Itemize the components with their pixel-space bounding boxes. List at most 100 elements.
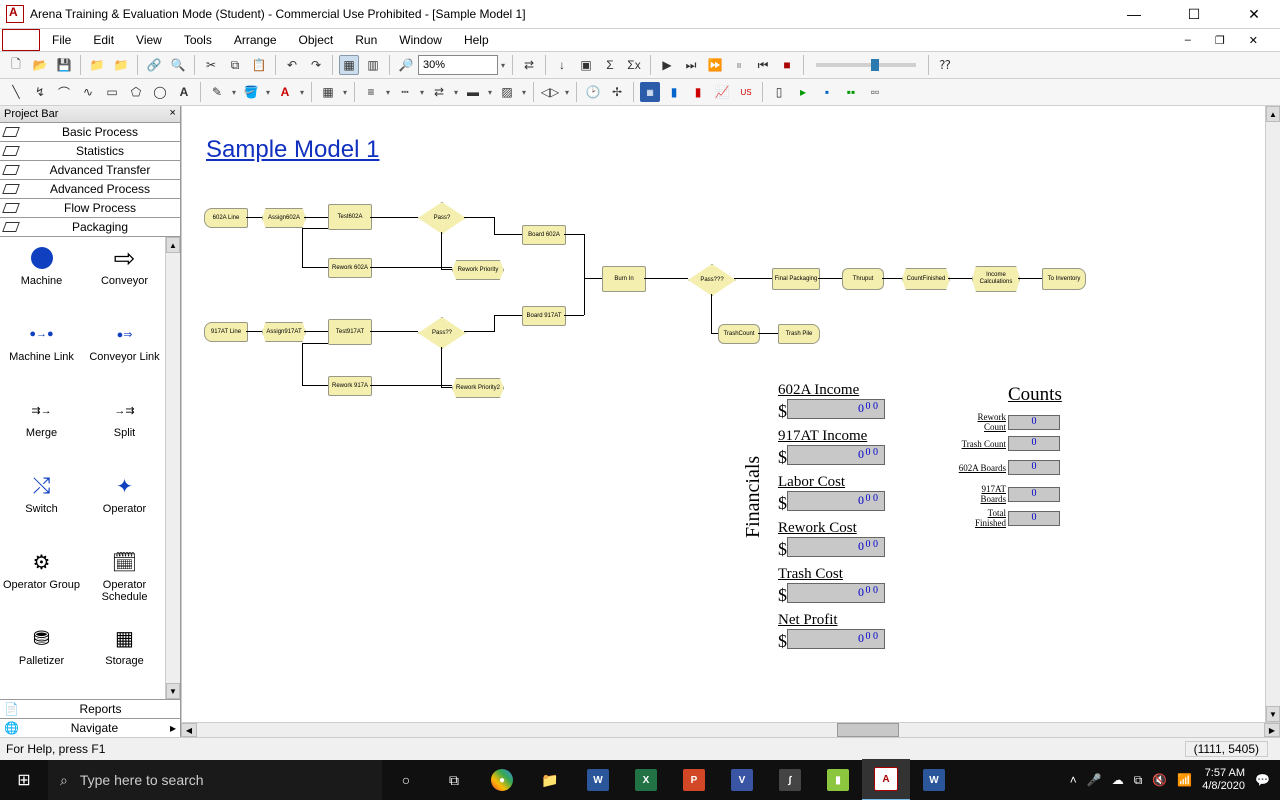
connect-icon[interactable]: ⇄ <box>519 55 539 75</box>
chrome-icon[interactable]: ● <box>478 760 526 800</box>
help-pointer-icon[interactable]: ⁇ <box>935 55 955 75</box>
shape-thruput[interactable]: Thruput <box>842 268 884 290</box>
pal-machine[interactable]: Machine <box>0 241 83 317</box>
menu-run[interactable]: Run <box>345 31 387 49</box>
find-icon[interactable]: 🔎 <box>396 55 416 75</box>
dd-icon[interactable]: ▾ <box>229 88 239 97</box>
cat-basic[interactable]: Basic Process <box>0 123 180 142</box>
maximize-button[interactable]: ☐ <box>1174 6 1214 23</box>
tray-onedrive-icon[interactable]: ☁ <box>1112 773 1124 787</box>
box-icon[interactable]: ▭ <box>102 82 122 102</box>
link-icon[interactable]: 🔗 <box>144 55 164 75</box>
arrow-down-icon[interactable]: ↓ <box>552 55 572 75</box>
shape-trashcount[interactable]: TrashCount <box>718 324 760 344</box>
bezier-icon[interactable]: ∿ <box>78 82 98 102</box>
fast-icon[interactable]: ⏩ <box>705 55 725 75</box>
usa-icon[interactable]: US <box>736 82 756 102</box>
hflip-icon[interactable]: ◁▷ <box>540 82 560 102</box>
start-button[interactable]: ⊞ <box>0 760 48 800</box>
dd-icon[interactable]: ▾ <box>340 88 350 97</box>
shape-rework917a[interactable]: Rework 917A <box>328 376 372 396</box>
entity-icon[interactable]: ▯ <box>769 82 789 102</box>
search-box[interactable]: ⌕Type here to search <box>48 760 382 800</box>
queue-icon[interactable]: ▪ <box>817 82 837 102</box>
dd-icon[interactable]: ▾ <box>297 88 307 97</box>
excel-icon[interactable]: X <box>622 760 670 800</box>
shape-board602a[interactable]: Board 602A <box>522 225 566 245</box>
step-icon[interactable]: ⏭ <box>681 55 701 75</box>
arc-icon[interactable]: ⌒ <box>54 82 74 102</box>
mdi-min-button[interactable]: – <box>1175 32 1201 49</box>
cat-advprocess[interactable]: Advanced Process <box>0 180 180 199</box>
menu-object[interactable]: Object <box>289 31 344 49</box>
mdi-close-button[interactable]: ✕ <box>1239 32 1268 49</box>
scroll-down-icon[interactable]: ▼ <box>1266 706 1280 722</box>
var-icon[interactable]: ▦ <box>640 82 660 102</box>
resource-icon[interactable]: ▸ <box>793 82 813 102</box>
tray-up-icon[interactable]: ˄ <box>1070 773 1077 787</box>
dd-icon[interactable]: ▾ <box>263 88 273 97</box>
close-button[interactable]: ✕ <box>1234 6 1274 23</box>
scroll-up-icon[interactable]: ▲ <box>166 237 180 253</box>
pal-switch[interactable]: ⤭Switch <box>0 469 83 545</box>
foot-navigate[interactable]: 🌐Navigate▸ <box>0 718 180 737</box>
cat-packaging[interactable]: Packaging <box>0 218 180 237</box>
shape-assign917at[interactable]: Assign917AT <box>262 322 306 342</box>
powerpoint-icon[interactable]: P <box>670 760 718 800</box>
tray-dropbox-icon[interactable]: ⧉ <box>1134 773 1143 788</box>
cortana-icon[interactable]: ○ <box>382 760 430 800</box>
shape-602a-line[interactable]: 602A Line <box>204 208 248 228</box>
pause-icon[interactable]: ⏸ <box>729 55 749 75</box>
linecolor-icon[interactable]: ✎ <box>207 82 227 102</box>
polygon-icon[interactable]: ⬠ <box>126 82 146 102</box>
word2-icon[interactable]: W <box>910 760 958 800</box>
pal-conveyor[interactable]: ⇨Conveyor <box>83 241 166 317</box>
menu-view[interactable]: View <box>126 31 172 49</box>
pal-conveyorlink[interactable]: ●⇒Conveyor Link <box>83 317 166 393</box>
paste-icon[interactable]: 📋 <box>249 55 269 75</box>
scroll-left-icon[interactable]: ◀ <box>181 723 197 737</box>
level-icon[interactable]: ▮ <box>664 82 684 102</box>
redo-icon[interactable]: ↷ <box>306 55 326 75</box>
save-icon[interactable]: 💾 <box>54 55 74 75</box>
pal-opgroup[interactable]: ⚙Operator Group <box>0 545 83 621</box>
shape-trashpile[interactable]: Trash Pile <box>778 324 820 344</box>
dd-icon[interactable]: ▾ <box>451 88 461 97</box>
bgcolor-icon[interactable]: ▦ <box>318 82 338 102</box>
foot-reports[interactable]: 📄Reports <box>0 699 180 718</box>
cat-advtransfer[interactable]: Advanced Transfer <box>0 161 180 180</box>
shape-917at-line[interactable]: 917AT Line <box>204 322 248 342</box>
layout-icon[interactable]: ▦ <box>339 55 359 75</box>
speed-slider[interactable] <box>816 63 916 67</box>
minitab-icon[interactable]: ▮ <box>814 760 862 800</box>
zoom-combo[interactable] <box>418 55 498 75</box>
open-icon[interactable]: 📂 <box>30 55 50 75</box>
submodel-icon[interactable]: ▣ <box>576 55 596 75</box>
hscroll-thumb[interactable] <box>837 723 899 737</box>
dd-icon[interactable]: ▾ <box>417 88 427 97</box>
pal-palletizer[interactable]: ⛃Palletizer <box>0 621 83 697</box>
menu-arrange[interactable]: Arrange <box>224 31 287 49</box>
fillcolor-icon[interactable]: 🪣 <box>241 82 261 102</box>
shape-reworkpriority2[interactable]: Rework Priority2 <box>452 378 504 398</box>
dd-icon[interactable]: ▾ <box>485 88 495 97</box>
minimize-button[interactable]: — <box>1114 6 1154 23</box>
scroll-down-icon[interactable]: ▼ <box>166 683 180 699</box>
word-icon[interactable]: W <box>574 760 622 800</box>
folder-icon[interactable]: 📁 <box>87 55 107 75</box>
canvas-vscroll[interactable]: ▲▼ <box>1265 106 1280 722</box>
shape-finalpkg[interactable]: Final Packaging <box>772 268 820 290</box>
scroll-right-icon[interactable]: ▶ <box>1264 723 1280 737</box>
shape-reworkpriority[interactable]: Rework Priority <box>452 260 504 280</box>
project-bar-close-icon[interactable]: × <box>169 108 176 120</box>
folder2-icon[interactable]: 📁 <box>111 55 131 75</box>
lineweight-icon[interactable]: ≡ <box>361 82 381 102</box>
zoom-dropdown-icon[interactable]: ▾ <box>498 61 508 70</box>
cat-flow[interactable]: Flow Process <box>0 199 180 218</box>
undo-icon[interactable]: ↶ <box>282 55 302 75</box>
scroll-up-icon[interactable]: ▲ <box>1266 106 1280 122</box>
cut-icon[interactable]: ✂ <box>201 55 221 75</box>
global-icon[interactable]: ▫▫ <box>865 82 885 102</box>
preview-icon[interactable]: 🔍 <box>168 55 188 75</box>
hist-icon[interactable]: ▮ <box>688 82 708 102</box>
